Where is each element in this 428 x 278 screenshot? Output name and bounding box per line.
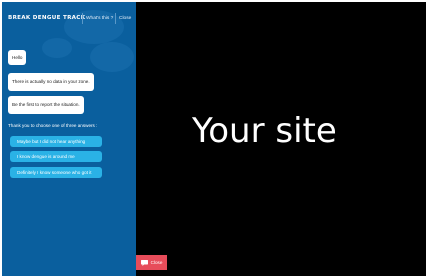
widget-close-tab[interactable]: Close [136,255,167,270]
world-map-background [90,42,134,72]
header-divider [82,13,83,24]
brand-title: BREAK DENGUE TRACK [8,15,86,21]
browser-frame: Your site BREAK DENGUE TRACK What's this… [2,2,426,276]
chat-message: There is actually no data in your zone. [8,73,94,91]
chat-message: Hello [8,50,27,65]
world-map-background [42,38,72,58]
widget-panel: BREAK DENGUE TRACK What's this ? Close H… [2,2,136,276]
chat-icon [140,259,148,266]
answer-button-around[interactable]: I know dengue is around me [10,151,102,162]
close-link[interactable]: Close [119,16,131,21]
answer-button-definitely[interactable]: Definitely I know someone who got it [10,167,102,178]
host-site-placeholder: Your site [192,111,337,151]
widget-header: BREAK DENGUE TRACK What's this ? Close [2,12,136,26]
chat-message: Be the first to report the situation. [8,96,84,114]
close-tab-label: Close [150,260,163,265]
header-divider [115,13,116,24]
answer-button-maybe[interactable]: Maybe but I did not hear anything [10,136,102,147]
answer-prompt: Thank you to choose one of three answers… [8,123,98,128]
whats-this-link[interactable]: What's this ? [86,16,113,21]
